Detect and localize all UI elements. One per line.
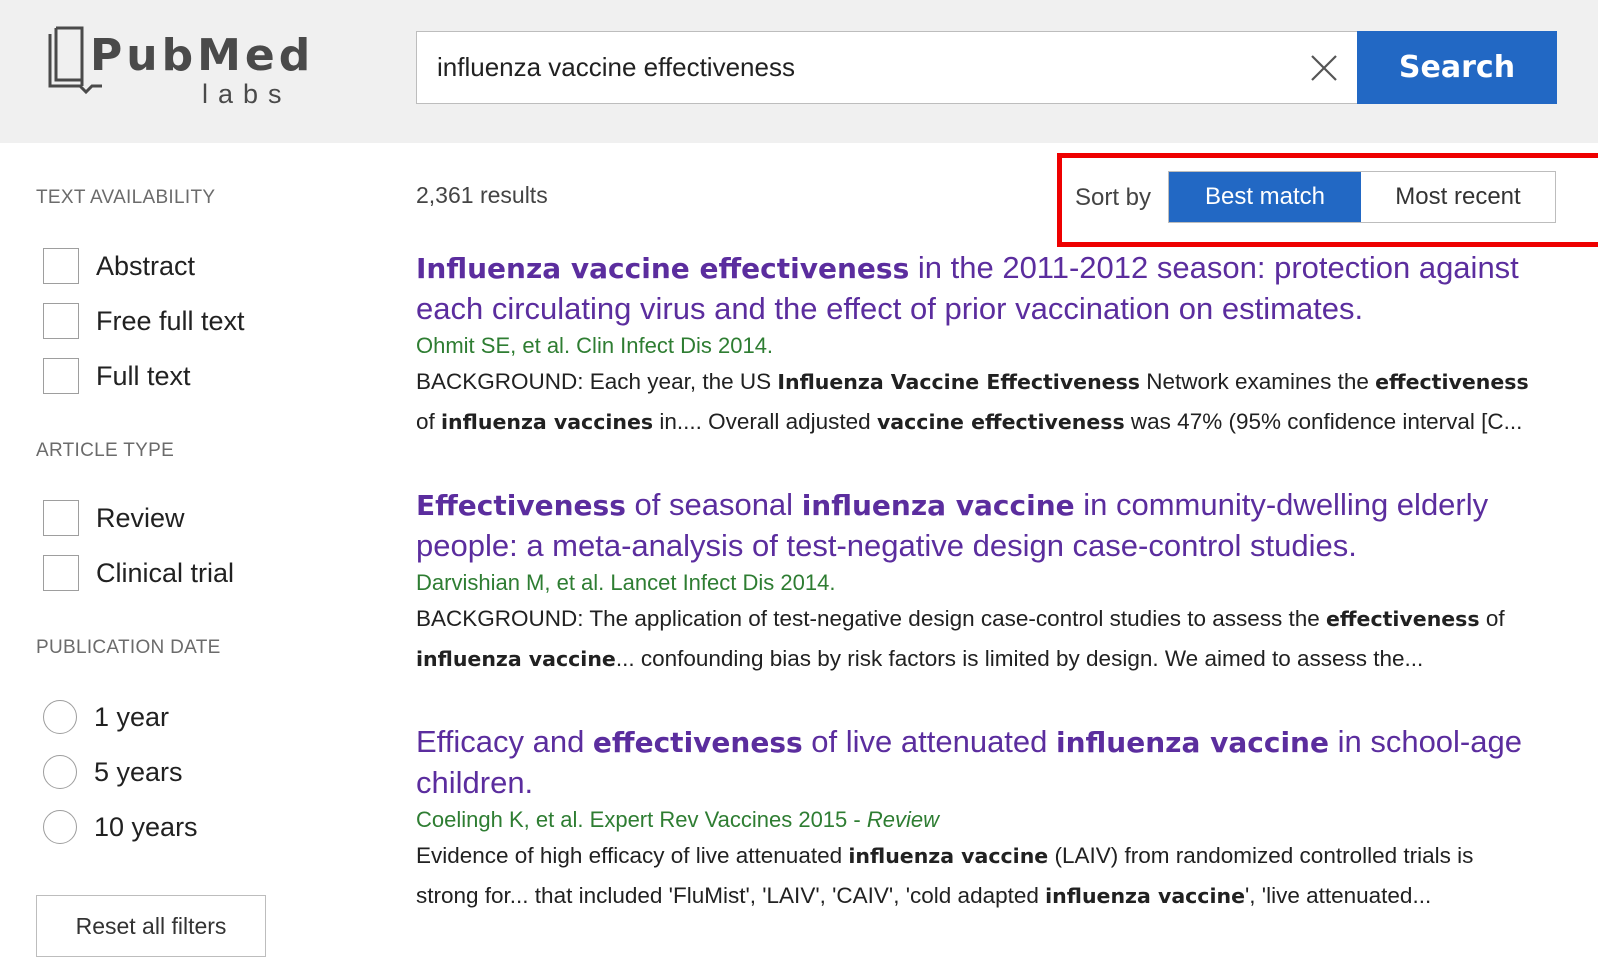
highlight-term: influenza vaccine (1056, 726, 1329, 759)
citation-text: Darvishian M, et al. Lancet Infect Dis 2… (416, 570, 836, 595)
snippet-text: Network examines the (1140, 369, 1376, 394)
filter-label: Free full text (96, 305, 245, 336)
citation-review-tag: Review (866, 807, 939, 832)
snippet-text: ', 'live attenuated... (1244, 883, 1432, 908)
result-citation: Ohmit SE, et al. Clin Infect Dis 2014. (416, 333, 1566, 359)
citation-text: Ohmit SE, et al. Clin Infect Dis 2014. (416, 333, 774, 358)
result-snippet: BACKGROUND: The application of test-nega… (416, 599, 1566, 679)
snippet-text: of (1479, 606, 1505, 631)
highlight-term: Influenza Vaccine Effectiveness (777, 370, 1140, 394)
highlight-term: Effectiveness (416, 489, 626, 522)
pubmed-labs-logo[interactable]: PubMed labs (42, 26, 312, 116)
publication-date-title: PUBLICATION DATE (36, 637, 221, 658)
search-button[interactable]: Search (1357, 31, 1557, 104)
filter-review[interactable]: Review (43, 498, 185, 538)
filter-label: 10 years (94, 811, 198, 842)
checkbox[interactable] (43, 303, 79, 339)
filter-label: 1 year (94, 701, 170, 732)
result-snippet: BACKGROUND: Each year, the US Influenza … (416, 362, 1566, 442)
snippet-text: strong for... that included 'FluMist', '… (416, 883, 1046, 908)
snippet-line: Evidence of high efficacy of live attenu… (416, 836, 1566, 876)
reset-filters-button[interactable]: Reset all filters (36, 895, 266, 957)
filter-full-text[interactable]: Full text (43, 356, 191, 396)
snippet-text: of (416, 409, 442, 434)
filter-label: Abstract (96, 250, 196, 281)
snippet-text: ... confounding bias by risk factors is … (615, 646, 1424, 671)
result-item: Influenza vaccine effectiveness in the 2… (416, 248, 1566, 442)
search-box (416, 31, 1358, 104)
sort-toggle: Best match Most recent (1168, 171, 1556, 223)
snippet-text: BACKGROUND: Each year, the US (416, 369, 778, 394)
highlight-term: vaccine effectiveness (876, 410, 1125, 434)
highlight-term: influenza vaccines (441, 410, 654, 434)
highlight-term: influenza vaccine (416, 647, 616, 671)
close-icon[interactable] (1309, 53, 1339, 83)
filter-10-years[interactable]: 10 years (43, 807, 198, 847)
highlight-term: influenza vaccine (1045, 884, 1245, 908)
result-item: Efficacy and effectiveness of live atten… (416, 722, 1566, 916)
result-title-link[interactable]: Effectiveness of seasonal influenza vacc… (416, 485, 1566, 566)
filter-label: Clinical trial (96, 557, 235, 588)
result-title-link[interactable]: Influenza vaccine effectiveness in the 2… (416, 248, 1566, 329)
text-availability-title: TEXT AVAILABILITY (36, 187, 216, 208)
sort-label: Sort by (1075, 184, 1152, 211)
results-count: 2,361 results (416, 182, 548, 208)
snippet-text: Evidence of high efficacy of live attenu… (416, 843, 849, 868)
checkbox[interactable] (43, 358, 79, 394)
title-text: Efficacy and (416, 724, 593, 759)
snippet-line: of influenza vaccines in.... Overall adj… (416, 402, 1566, 442)
filter-5-years[interactable]: 5 years (43, 752, 183, 792)
sort-most-recent-button[interactable]: Most recent (1361, 172, 1555, 222)
radio-button[interactable] (43, 810, 77, 844)
highlight-term: influenza vaccine (801, 489, 1075, 522)
search-input[interactable] (437, 32, 1277, 103)
filter-1-year[interactable]: 1 year (43, 697, 169, 737)
filter-abstract[interactable]: Abstract (43, 246, 195, 286)
highlight-term: effectiveness (1375, 370, 1529, 394)
snippet-text: BACKGROUND: The application of test-nega… (416, 606, 1327, 631)
result-snippet: Evidence of high efficacy of live attenu… (416, 836, 1566, 916)
citation-text: Coelingh K, et al. Expert Rev Vaccines 2… (416, 807, 867, 832)
highlight-term: effectiveness (1326, 607, 1480, 631)
radio-button[interactable] (43, 755, 77, 789)
logo-sub-text: labs (202, 79, 292, 109)
result-citation: Coelingh K, et al. Expert Rev Vaccines 2… (416, 807, 1566, 833)
filter-label: 5 years (94, 756, 183, 787)
title-text: of live attenuated (802, 724, 1057, 759)
highlight-term: Influenza vaccine effectiveness (416, 252, 910, 285)
snippet-line: influenza vaccine... confounding bias by… (416, 639, 1566, 679)
filter-clinical-trial[interactable]: Clinical trial (43, 553, 234, 593)
highlight-term: influenza vaccine (848, 844, 1049, 868)
header: PubMed labs Search (0, 0, 1598, 143)
filter-free-full-text[interactable]: Free full text (43, 301, 245, 341)
snippet-line: BACKGROUND: Each year, the US Influenza … (416, 362, 1566, 402)
snippet-line: strong for... that included 'FluMist', '… (416, 876, 1566, 916)
snippet-text: in.... Overall adjusted (653, 409, 877, 434)
checkbox[interactable] (43, 248, 79, 284)
result-title-link[interactable]: Efficacy and effectiveness of live atten… (416, 722, 1566, 803)
snippet-line: BACKGROUND: The application of test-nega… (416, 599, 1566, 639)
sort-best-match-button[interactable]: Best match (1169, 172, 1361, 222)
result-item: Effectiveness of seasonal influenza vacc… (416, 485, 1566, 679)
snippet-text: (LAIV) from randomized controlled trials… (1048, 843, 1474, 868)
snippet-text: was 47% (95% confidence interval [C... (1124, 409, 1523, 434)
filter-label: Review (96, 502, 185, 533)
article-type-title: ARTICLE TYPE (36, 440, 175, 461)
highlight-term: effectiveness (592, 726, 803, 759)
result-citation: Darvishian M, et al. Lancet Infect Dis 2… (416, 570, 1566, 596)
filter-label: Full text (96, 360, 191, 391)
title-text: of seasonal (625, 487, 802, 522)
logo-main-text: PubMed (90, 30, 315, 81)
checkbox[interactable] (43, 500, 79, 536)
checkbox[interactable] (43, 555, 79, 591)
radio-button[interactable] (43, 700, 77, 734)
